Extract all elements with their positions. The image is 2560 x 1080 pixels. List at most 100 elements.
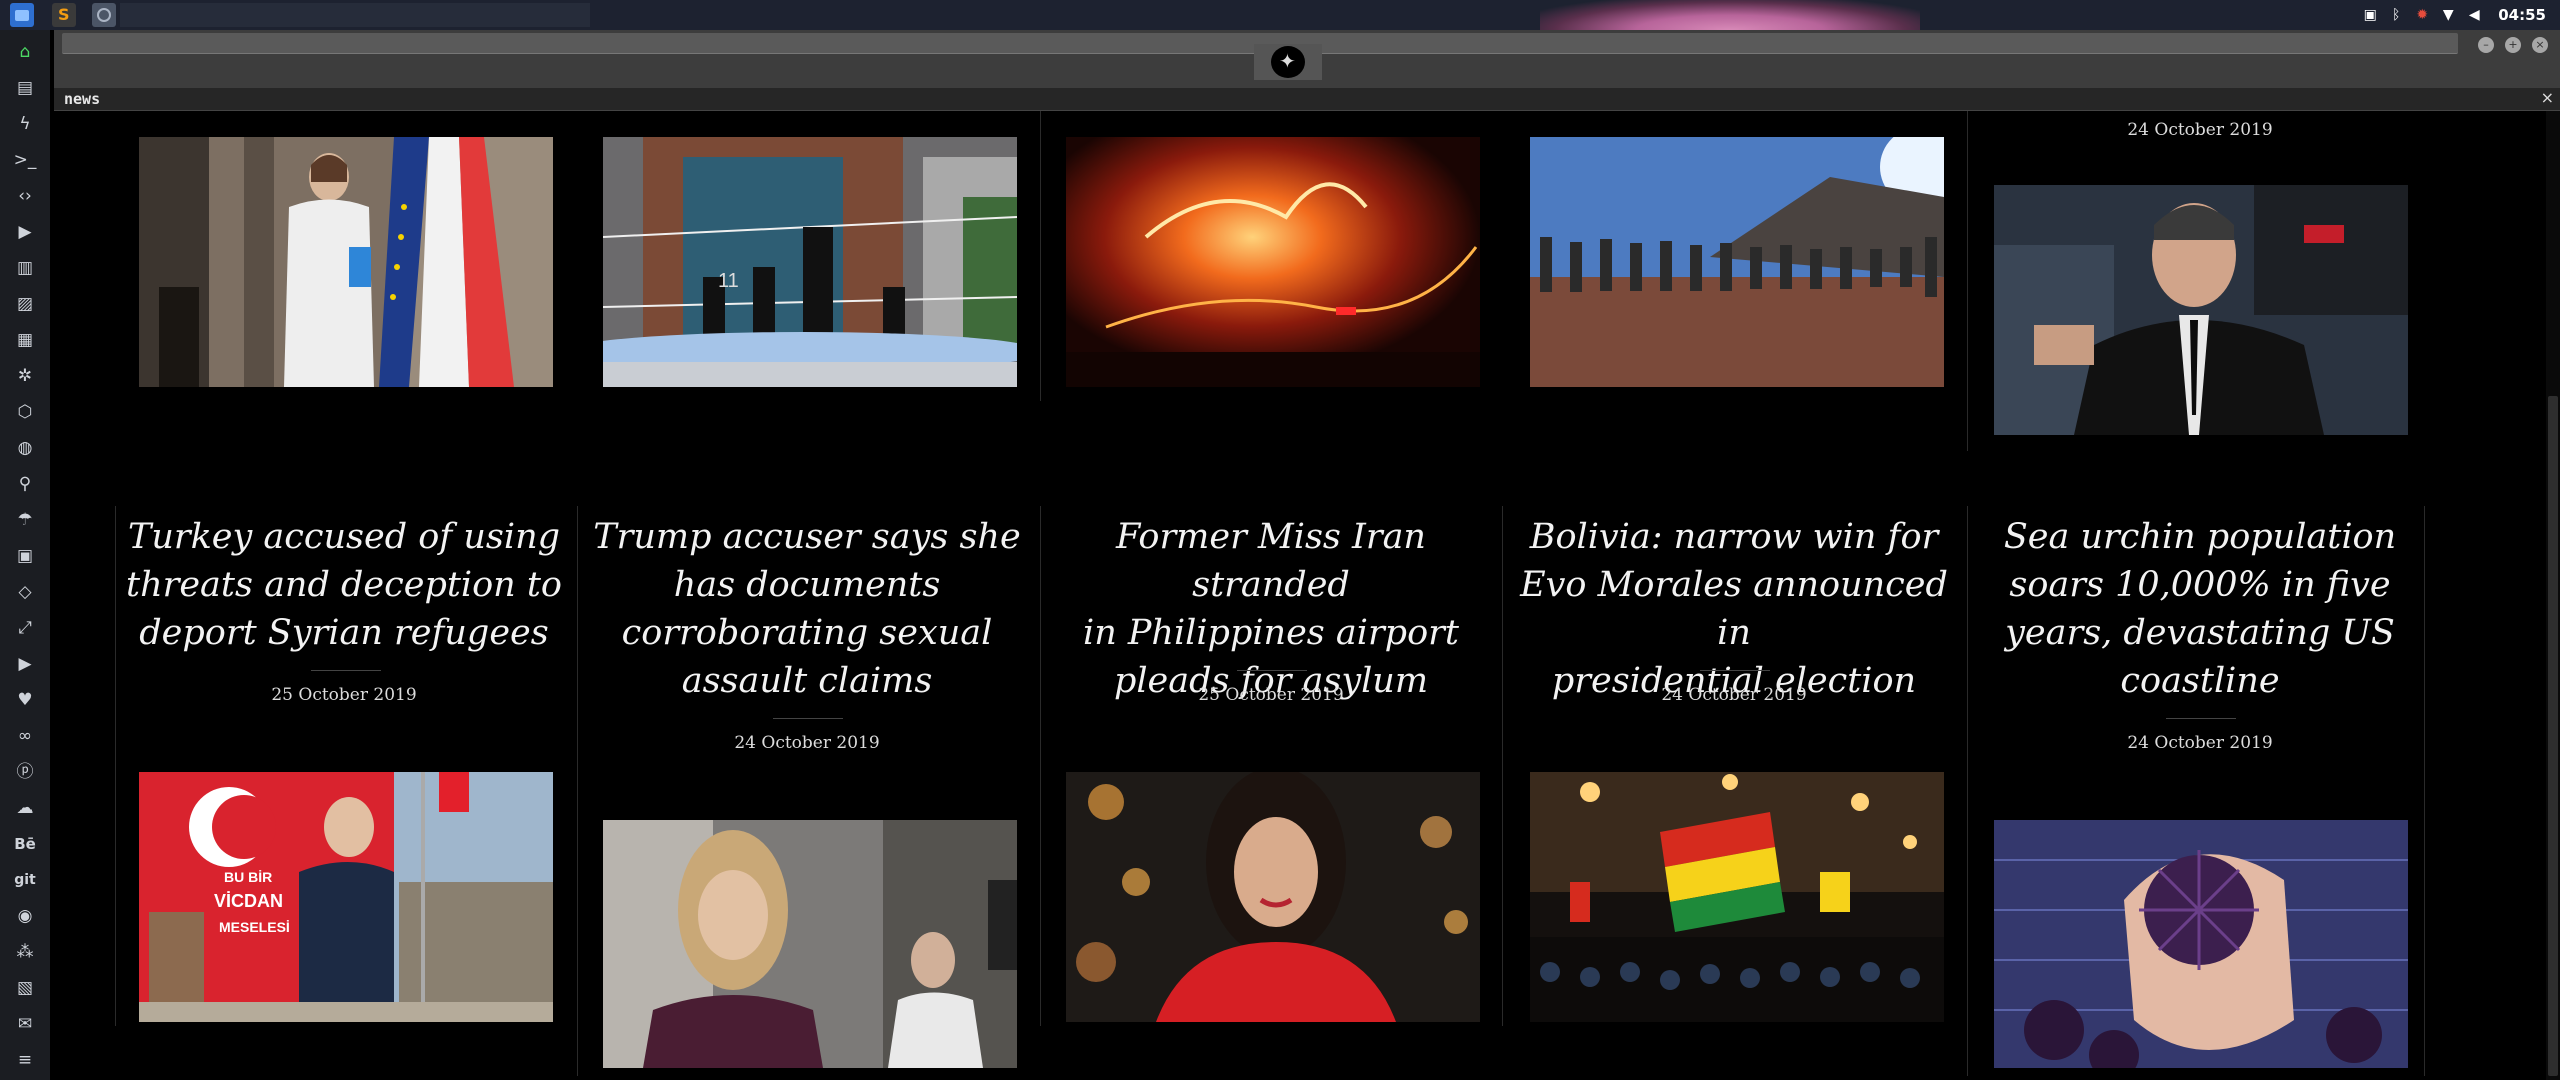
pinterest-icon[interactable]: ⓟ <box>13 760 37 784</box>
bluetooth-icon[interactable]: ᛒ <box>2388 7 2404 23</box>
window-close-button[interactable]: × <box>2532 37 2548 53</box>
search-icon[interactable]: ⚲ <box>13 472 37 496</box>
article-date: 24 October 2019 <box>2127 120 2273 140</box>
wifi-icon[interactable]: ▼ <box>2440 7 2456 23</box>
headline-line[interactable]: threats and deception to <box>124 561 564 609</box>
headline-line[interactable]: Trump accuser says she <box>587 513 1027 561</box>
clock[interactable]: 04:55 <box>2498 6 2546 24</box>
headline-line[interactable]: deport Syrian refugees <box>124 609 564 657</box>
bolt-icon[interactable]: ϟ <box>13 112 37 136</box>
tab-close-button[interactable]: × <box>2541 88 2554 107</box>
article-date: 24 October 2019 <box>1661 685 1807 705</box>
article-image-bolivia-crowd[interactable] <box>1530 772 1944 1022</box>
rebel-alliance-logo-icon <box>1254 44 1322 80</box>
files-app-icon[interactable] <box>10 3 34 27</box>
document-icon[interactable]: ▥ <box>13 256 37 280</box>
article-image-weinstein[interactable] <box>1994 185 2408 435</box>
headline-line[interactable]: has documents <box>587 561 1027 609</box>
headline-divider <box>1237 670 1307 671</box>
article-headline[interactable]: Bolivia: narrow win for Evo Morales anno… <box>1514 513 1954 705</box>
umbrella-icon[interactable]: ☂ <box>13 508 37 532</box>
headline-line[interactable]: corroborating sexual <box>587 609 1027 657</box>
article-headline[interactable]: Sea urchin population soars 10,000% in f… <box>1980 513 2420 705</box>
home-icon[interactable]: ⌂ <box>13 40 37 64</box>
headline-line[interactable]: years, devastating US <box>1980 609 2420 657</box>
image-icon[interactable]: ▣ <box>2362 7 2378 23</box>
headline-line[interactable]: Sea urchin population <box>1980 513 2420 561</box>
article-date: 24 October 2019 <box>734 733 880 753</box>
column-divider <box>1967 111 1968 451</box>
headline-line[interactable]: soars 10,000% in five <box>1980 561 2420 609</box>
browser-app-icon[interactable] <box>92 3 116 27</box>
mail-icon[interactable]: ✉ <box>13 1012 37 1036</box>
map-icon[interactable]: ▧ <box>13 976 37 1000</box>
news-grid: 11 24 October 2019 Turkey accused of usi… <box>54 111 2560 1080</box>
headline-divider <box>2166 718 2236 719</box>
github-icon[interactable]: ◉ <box>13 904 37 928</box>
article-image-erdogan-poster[interactable]: BU BİR VİCDAN MESELESİ <box>139 772 553 1022</box>
article-headline[interactable]: Trump accuser says she has documents cor… <box>587 513 1027 705</box>
article-image-queue-desert[interactable] <box>1530 137 1944 387</box>
headline-line[interactable]: coastline <box>1980 657 2420 705</box>
cubes-icon[interactable]: ⁂ <box>13 940 37 964</box>
article-date: 24 October 2019 <box>2127 733 2273 753</box>
column-divider <box>1040 111 1041 401</box>
article-image-blonde-woman[interactable] <box>603 820 1017 1068</box>
image-icon[interactable]: ▨ <box>13 292 37 316</box>
headline-line[interactable]: Bolivia: narrow win for <box>1514 513 1954 561</box>
system-tray: ▣ ᛒ ✹ ▼ ◀ 04:55 <box>2362 0 2560 30</box>
contact-icon[interactable]: ▣ <box>13 544 37 568</box>
terminal-icon[interactable]: >_ <box>13 148 37 172</box>
cloud-icon[interactable]: ☁ <box>13 796 37 820</box>
article-image-police-cordon[interactable]: 11 <box>603 137 1017 387</box>
volume-icon[interactable]: ◀ <box>2466 7 2482 23</box>
globe-icon[interactable]: ◍ <box>13 436 37 460</box>
tab-strip: news × <box>54 88 2560 111</box>
article-headline[interactable]: Turkey accused of using threats and dece… <box>124 513 564 657</box>
article-image-wildfire[interactable] <box>1066 137 1480 387</box>
heart-icon[interactable]: ♥ <box>13 688 37 712</box>
hexagon-icon[interactable]: ⬡ <box>13 400 37 424</box>
article-image-woman-red-dress[interactable] <box>1066 772 1480 1022</box>
column-divider <box>1040 506 1041 1026</box>
article-image-sea-urchin[interactable] <box>1994 820 2408 1068</box>
tab-news[interactable]: news <box>64 90 100 108</box>
code-icon[interactable]: ‹› <box>13 184 37 208</box>
article-headline[interactable]: Former Miss Iran stranded in Philippines… <box>1051 513 1491 705</box>
scrollbar-thumb[interactable] <box>2548 396 2558 1076</box>
tag-icon[interactable]: ◇ <box>13 580 37 604</box>
link-icon[interactable]: ∞ <box>13 724 37 748</box>
article-date: 25 October 2019 <box>1198 685 1344 705</box>
headline-line[interactable]: assault claims <box>587 657 1027 705</box>
youtube-icon[interactable]: ▶ <box>13 652 37 676</box>
debug-icon[interactable]: ✹ <box>2414 7 2430 23</box>
headline-line[interactable]: Former Miss Iran stranded <box>1051 513 1491 609</box>
column-divider <box>115 506 116 1026</box>
article-image-woman-eu-flags[interactable] <box>139 137 553 387</box>
taskbar-window-list[interactable] <box>120 3 590 27</box>
wallpaper-strip <box>1540 0 1920 30</box>
minimize-button[interactable]: – <box>2478 37 2494 53</box>
headline-line[interactable]: Turkey accused of using <box>124 513 564 561</box>
column-divider <box>1502 506 1503 1026</box>
headline-line[interactable]: in Philippines airport <box>1051 609 1491 657</box>
maximize-button[interactable]: + <box>2505 37 2521 53</box>
headline-divider <box>1700 670 1770 671</box>
column-divider <box>1967 506 1968 1076</box>
svg-text:VİCDAN: VİCDAN <box>214 891 283 911</box>
headline-line[interactable]: Evo Morales announced in <box>1514 561 1954 657</box>
newspaper-icon[interactable]: ▦ <box>13 328 37 352</box>
file-icon[interactable]: ▤ <box>13 76 37 100</box>
article-date: 25 October 2019 <box>271 685 417 705</box>
headline-divider <box>311 670 381 671</box>
content-scrollbar[interactable] <box>2546 111 2560 1080</box>
server-icon[interactable]: ≡ <box>13 1048 37 1072</box>
play-icon[interactable]: ▶ <box>13 220 37 244</box>
sublime-text-icon[interactable] <box>52 3 76 27</box>
svg-text:MESELESİ: MESELESİ <box>219 919 290 935</box>
behance-icon[interactable]: Bē <box>13 832 37 856</box>
fullscreen-icon[interactable]: ⤢ <box>13 616 37 640</box>
settings-icon[interactable]: ✲ <box>13 364 37 388</box>
svg-text:11: 11 <box>718 270 739 292</box>
git-icon[interactable]: git <box>13 868 37 892</box>
